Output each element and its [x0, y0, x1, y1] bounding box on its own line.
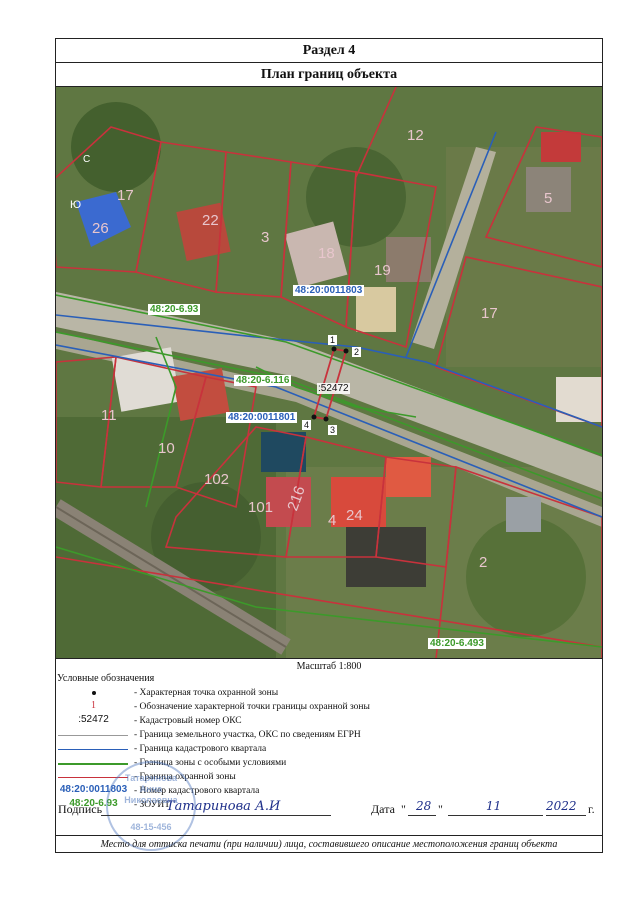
- zone-label: 48:20-6.116: [234, 375, 292, 386]
- point-marker-4: [311, 414, 317, 420]
- point-marker-1: [331, 346, 337, 352]
- point-label-2: 2: [352, 347, 362, 357]
- parcel-number: 102: [204, 471, 230, 488]
- legend-item: - Характерная точка охранной зоны: [56, 686, 602, 700]
- map-svg: [56, 87, 602, 658]
- date-month: 11: [486, 799, 502, 813]
- parcel-number: 18: [318, 245, 335, 262]
- zone-line-sample: [58, 763, 128, 765]
- point-marker-3: [323, 416, 329, 422]
- parcel-number: 22: [202, 212, 219, 229]
- legend-item: - Граница кадастрового квартала: [56, 742, 602, 756]
- date-day: 28: [416, 799, 432, 813]
- point-label-1: 1: [328, 335, 338, 345]
- parcel-number: 4: [328, 512, 337, 529]
- signature-line: [101, 815, 331, 816]
- point-marker-2: [343, 348, 349, 354]
- parcel-number: 10: [158, 440, 175, 457]
- parcel-number: 19: [374, 262, 391, 279]
- date-month-line: [448, 815, 543, 816]
- south-label: Ю: [70, 199, 82, 211]
- legend-item: - Граница земельного участка, ОКС по све…: [56, 728, 602, 742]
- section-title: Раздел 4: [56, 39, 602, 63]
- parcel-number: 24: [346, 507, 363, 524]
- zone-label: 48:20-6.493: [428, 638, 486, 649]
- point-label-3: 3: [328, 425, 338, 435]
- date-year: 2022: [546, 799, 577, 813]
- handwritten-signature: Татаринова А.И: [166, 799, 281, 814]
- signature-label: Подпись: [58, 802, 103, 816]
- legend-title: Условные обозначения: [57, 673, 155, 684]
- parcel-number: 12: [407, 127, 424, 144]
- egrn-line-sample: [58, 735, 128, 736]
- point-label-4: 4: [302, 420, 312, 430]
- parcel-number: 5: [544, 190, 553, 207]
- parcel-number: 17: [117, 187, 134, 204]
- parcel-number: 11: [101, 407, 117, 424]
- parcel-number: 26: [92, 220, 109, 237]
- document-frame: Раздел 4 План границ объекта С Ю 12 17 2…: [55, 38, 603, 853]
- satellite-map: С Ю 12 17 22 3 18 19 5 26 17 11 10 102 1…: [56, 87, 602, 659]
- legend-item: :52472 - Кадастровый номер ОКС: [78, 714, 242, 726]
- zone-label: 48:20-6.93: [148, 304, 201, 315]
- quarter-line-sample: [58, 749, 128, 750]
- date-day-line: [408, 815, 436, 816]
- date-year-line: [546, 815, 586, 816]
- plan-title: План границ объекта: [56, 63, 602, 87]
- oks-label: :52472: [317, 383, 350, 394]
- parcel-number: 101: [248, 499, 274, 516]
- footer-note: Место для оттиска печати (при наличии) л…: [56, 835, 602, 850]
- point-dot-icon: [91, 691, 96, 695]
- parcel-number: 17: [481, 305, 498, 322]
- parcel-number: 2: [479, 554, 488, 571]
- map-scale: Масштаб 1:800: [296, 661, 362, 672]
- quarter-label: 48:20:0011803: [293, 285, 365, 296]
- year-suffix: г.: [588, 802, 595, 816]
- quarter-label: 48:20:0011801: [226, 412, 298, 423]
- legend-item: 1 - Обозначение характерной точки границ…: [91, 700, 370, 712]
- parcel-number: 3: [261, 229, 270, 246]
- date-label: Дата: [371, 802, 395, 816]
- north-label: С: [83, 154, 91, 165]
